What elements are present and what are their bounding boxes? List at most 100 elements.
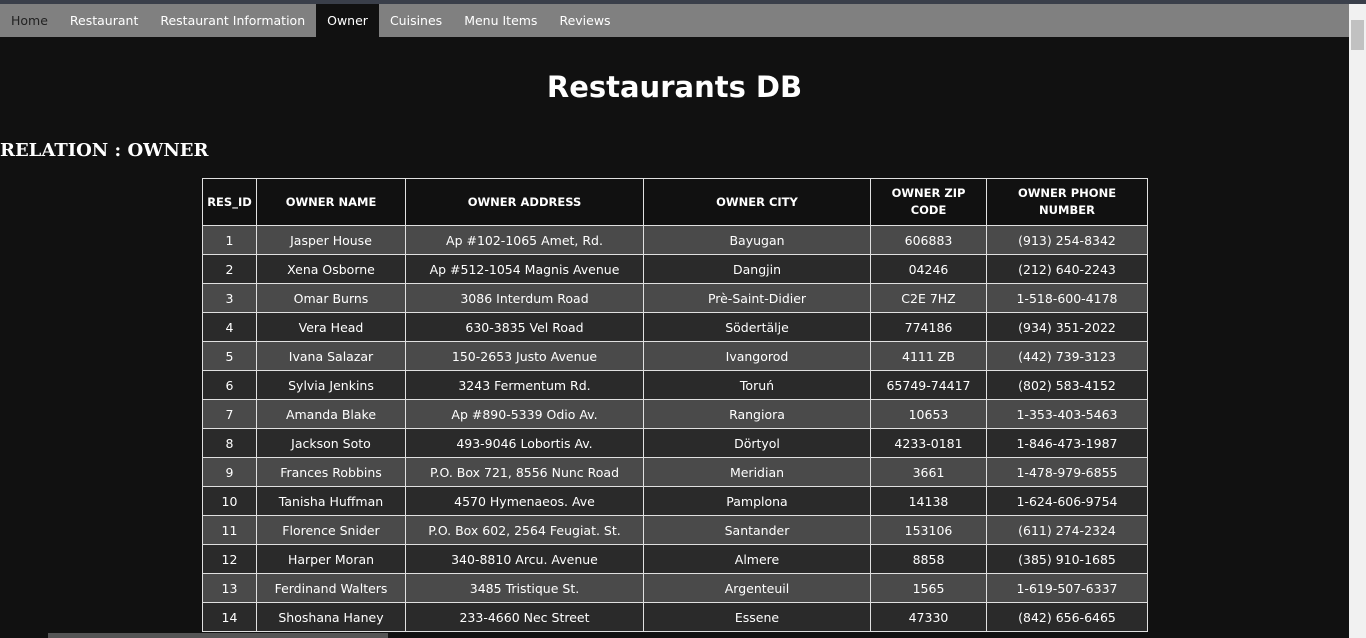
cell-owner-city: Rangiora [643,399,871,429]
cell-owner-phone-number: (842) 656-6465 [986,602,1148,632]
table-row: 6 Sylvia Jenkins 3243 Fermentum Rd. Toruń 65… [202,370,1148,400]
cell-owner-name: Florence Snider [256,515,406,545]
cell-owner-name: Jasper House [256,225,406,255]
cell-owner-address: 4570 Hymenaeos. Ave [405,486,644,516]
cell-owner-city: Dangjin [643,254,871,284]
cell-owner-zip-code: C2E 7HZ [870,283,987,313]
cell-res-id: 12 [202,544,257,574]
cell-owner-city: Prè-Saint-Didier [643,283,871,313]
column-header-owner-phone-number: OWNER PHONE NUMBER [986,178,1148,226]
cell-owner-zip-code: 606883 [870,225,987,255]
cell-owner-zip-code: 14138 [870,486,987,516]
cell-owner-zip-code: 8858 [870,544,987,574]
cell-owner-phone-number: (934) 351-2022 [986,312,1148,342]
cell-res-id: 6 [202,370,257,400]
cell-owner-city: Pamplona [643,486,871,516]
column-header-owner-address: OWNER ADDRESS [405,178,644,226]
cell-owner-address: P.O. Box 721, 8556 Nunc Road [405,457,644,487]
cell-owner-address: 630-3835 Vel Road [405,312,644,342]
cell-owner-address: 3086 Interdum Road [405,283,644,313]
table-row: 14 Shoshana Haney 233-4660 Nec Street Essen… [202,602,1148,632]
cell-owner-address: P.O. Box 602, 2564 Feugiat. St. [405,515,644,545]
cell-owner-phone-number: 1-478-979-6855 [986,457,1148,487]
cell-owner-city: Bayugan [643,225,871,255]
cell-owner-name: Frances Robbins [256,457,406,487]
cell-owner-phone-number: (385) 910-1685 [986,544,1148,574]
cell-owner-name: Sylvia Jenkins [256,370,406,400]
table-row: 10 Tanisha Huffman 4570 Hymenaeos. Ave Pamp… [202,486,1148,516]
cell-owner-city: Södertälje [643,312,871,342]
table-row: 11 Florence Snider P.O. Box 602, 2564 Feug… [202,515,1148,545]
cell-res-id: 4 [202,312,257,342]
taskbar-fragment [48,633,388,638]
cell-owner-phone-number: (611) 274-2324 [986,515,1148,545]
cell-owner-address: 233-4660 Nec Street [405,602,644,632]
cell-res-id: 3 [202,283,257,313]
cell-owner-address: 340-8810 Arcu. Avenue [405,544,644,574]
cell-owner-zip-code: 10653 [870,399,987,429]
nav-item-reviews[interactable]: Reviews [548,4,621,37]
cell-owner-phone-number: 1-846-473-1987 [986,428,1148,458]
cell-res-id: 2 [202,254,257,284]
cell-owner-name: Xena Osborne [256,254,406,284]
vertical-scrollbar[interactable] [1349,4,1366,638]
cell-res-id: 10 [202,486,257,516]
cell-owner-city: Essene [643,602,871,632]
cell-owner-name: Ferdinand Walters [256,573,406,603]
cell-owner-name: Shoshana Haney [256,602,406,632]
table-body: 1 Jasper House Ap #102-1065 Amet, Rd. Bayug… [202,225,1148,632]
cell-owner-city: Dörtyol [643,428,871,458]
cell-owner-phone-number: 1-518-600-4178 [986,283,1148,313]
column-header-owner-zip-code: OWNER ZIP CODE [870,178,987,226]
cell-owner-zip-code: 4111 ZB [870,341,987,371]
cell-res-id: 1 [202,225,257,255]
cell-owner-city: Almere [643,544,871,574]
cell-owner-city: Toruń [643,370,871,400]
cell-owner-city: Ivangorod [643,341,871,371]
cell-res-id: 7 [202,399,257,429]
cell-owner-name: Harper Moran [256,544,406,574]
cell-owner-address: Ap #890-5339 Odio Av. [405,399,644,429]
scrollbar-thumb[interactable] [1351,20,1364,50]
cell-owner-address: Ap #512-1054 Magnis Avenue [405,254,644,284]
table-row: 5 Ivana Salazar 150-2653 Justo Avenue Ivang… [202,341,1148,371]
cell-owner-zip-code: 04246 [870,254,987,284]
nav-item-home[interactable]: Home [0,4,59,37]
cell-res-id: 9 [202,457,257,487]
nav-item-menu-items[interactable]: Menu Items [453,4,548,37]
cell-owner-zip-code: 774186 [870,312,987,342]
page: Home Restaurant Restaurant Information O… [0,0,1366,638]
table-row: 3 Omar Burns 3086 Interdum Road Prè-Saint-D… [202,283,1148,313]
column-header-owner-city: OWNER CITY [643,178,871,226]
cell-owner-address: Ap #102-1065 Amet, Rd. [405,225,644,255]
cell-owner-zip-code: 4233-0181 [870,428,987,458]
nav-item-cuisines[interactable]: Cuisines [379,4,453,37]
cell-owner-name: Jackson Soto [256,428,406,458]
cell-owner-zip-code: 3661 [870,457,987,487]
cell-owner-address: 3485 Tristique St. [405,573,644,603]
top-navbar: Home Restaurant Restaurant Information O… [0,4,1349,37]
cell-owner-phone-number: 1-619-507-6337 [986,573,1148,603]
cell-owner-city: Meridian [643,457,871,487]
cell-owner-city: Argenteuil [643,573,871,603]
cell-owner-name: Ivana Salazar [256,341,406,371]
nav-item-restaurant[interactable]: Restaurant [59,4,149,37]
table-row: 2 Xena Osborne Ap #512-1054 Magnis Avenue D… [202,254,1148,284]
column-header-res-id: RES_ID [202,178,257,226]
cell-res-id: 8 [202,428,257,458]
table-row: 7 Amanda Blake Ap #890-5339 Odio Av. Rangio… [202,399,1148,429]
column-header-owner-name: OWNER NAME [256,178,406,226]
cell-res-id: 13 [202,573,257,603]
table-row: 8 Jackson Soto 493-9046 Lobortis Av. Dörtyo… [202,428,1148,458]
cell-owner-address: 493-9046 Lobortis Av. [405,428,644,458]
cell-owner-zip-code: 47330 [870,602,987,632]
cell-owner-city: Santander [643,515,871,545]
cell-owner-phone-number: 1-624-606-9754 [986,486,1148,516]
nav-item-restaurant-information[interactable]: Restaurant Information [149,4,316,37]
cell-owner-name: Omar Burns [256,283,406,313]
table-header-row: RES_ID OWNER NAME OWNER ADDRESS OWNER CI… [202,178,1148,226]
cell-res-id: 5 [202,341,257,371]
nav-item-owner[interactable]: Owner [316,4,379,37]
cell-res-id: 11 [202,515,257,545]
table-row: 9 Frances Robbins P.O. Box 721, 8556 Nunc … [202,457,1148,487]
